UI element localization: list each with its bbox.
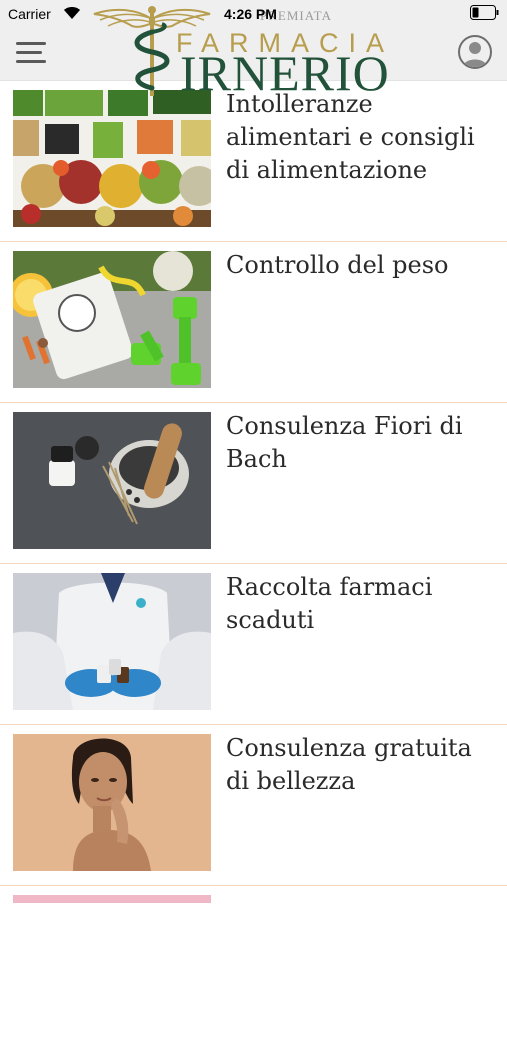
service-title: Consulenza Fiori di Bach <box>226 412 463 473</box>
list-item[interactable]: Intolleranze alimentari e consigli di al… <box>0 80 507 242</box>
list-item[interactable]: Consulenza gratuita di bellezza <box>0 724 507 886</box>
service-title: Controllo del peso <box>226 251 449 279</box>
status-bar: Carrier 4:26 PM <box>0 0 507 28</box>
service-title: Consulenza gratuita di bellezza <box>226 734 472 795</box>
scale-and-dumbbells-photo <box>13 251 211 388</box>
list-item[interactable]: Consulenza Fiori di Bach <box>0 402 507 564</box>
status-time: 4:26 PM <box>224 6 277 22</box>
mortar-and-pestle-photo <box>13 412 211 549</box>
service-title: Raccolta farmaci scaduti <box>226 573 433 634</box>
partial-photo <box>13 895 211 903</box>
woman-portrait-photo <box>13 734 211 871</box>
battery-icon <box>470 5 499 20</box>
wifi-icon <box>64 7 80 19</box>
user-profile-icon[interactable] <box>458 35 492 69</box>
carrier-label: Carrier <box>8 6 51 22</box>
list-item[interactable]: Controllo del peso <box>0 241 507 403</box>
service-title: Intolleranze alimentari e consigli di al… <box>226 90 475 184</box>
list-item[interactable] <box>0 885 507 1046</box>
vegetables-bowls-photo <box>13 90 211 227</box>
logo-word-irnerio: IRNERIO <box>180 45 390 101</box>
pharmacist-holding-medicines-photo <box>13 573 211 710</box>
hamburger-menu-icon[interactable] <box>14 38 48 66</box>
list-item[interactable]: Raccolta farmaci scaduti <box>0 563 507 725</box>
